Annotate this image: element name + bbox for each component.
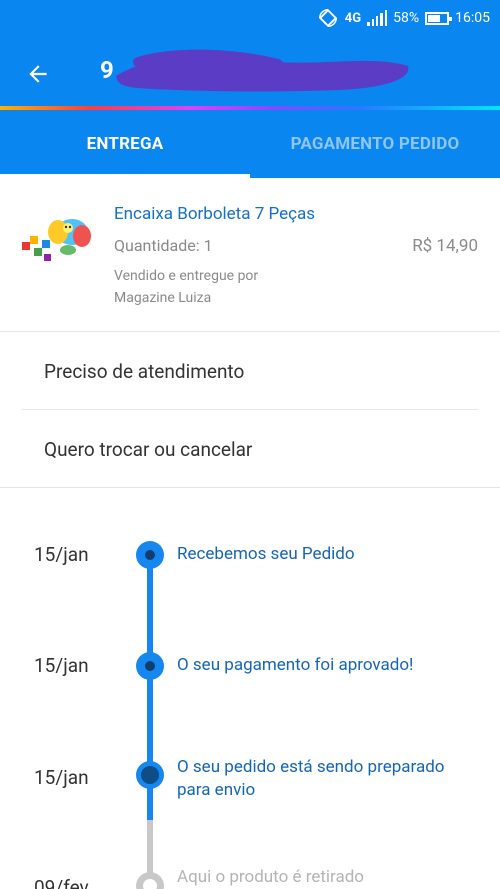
seller-name: Magazine Luiza [114,290,212,306]
arrow-left-icon [29,65,47,83]
timeline-text: O seu pedido está sendo preparado para e… [177,757,445,800]
clock: 16:05 [455,10,490,26]
timeline-text: O seu pagamento foi aprovado! [177,655,414,675]
timeline-dot-pending [136,872,164,889]
option-label: Preciso de atendimento [44,359,245,383]
app-bar: 9 [0,36,500,108]
product-thumbnail [22,219,91,261]
seller-label: Vendido e entregue por [114,268,259,284]
timeline-date: 15/jan [34,766,89,789]
redaction-scribble [116,49,409,92]
auto-rotate-icon [318,8,337,28]
back-button[interactable] [20,56,56,92]
status-icons: 4G 58% 16:05 [317,7,490,29]
tab-entrega[interactable]: ENTREGA [0,110,250,178]
signal-icon [367,10,388,26]
network-type: 4G [344,10,362,26]
option-preciso-atendimento[interactable]: Preciso de atendimento [22,333,478,410]
timeline-date: 09/fev [34,876,89,889]
timeline-text: Aqui o produto é retirado [177,867,364,887]
product-name[interactable]: Encaixa Borboleta 7 Peças [114,204,315,224]
product-price: R$ 14,90 [412,236,478,256]
option-trocar-cancelar[interactable]: Quero trocar ou cancelar [22,411,478,488]
tab-entrega-label: ENTREGA [86,134,164,154]
timeline-dot-done [136,652,164,680]
tab-bar: ENTREGA PAGAMENTO PEDIDO [0,110,500,178]
battery-icon [425,11,453,25]
divider [0,487,500,488]
tab-pagamento-label: PAGAMENTO PEDIDO [290,134,460,154]
product-card[interactable]: Encaixa Borboleta 7 Peças Quantidade: 1 … [0,178,500,332]
tab-pagamento-pedido[interactable]: PAGAMENTO PEDIDO [250,110,500,178]
timeline-dot-done [136,541,164,569]
status-bar: 4G 58% 16:05 [0,0,500,36]
option-label: Quero trocar ou cancelar [44,438,253,461]
product-quantity: Quantidade: 1 [114,236,213,255]
timeline-date: 15/jan [34,654,89,677]
timeline-dot-current [136,761,164,789]
battery-percent: 58% [393,10,420,26]
timeline-date: 15/jan [34,543,89,566]
timeline-text: Recebemos seu Pedido [177,544,355,564]
